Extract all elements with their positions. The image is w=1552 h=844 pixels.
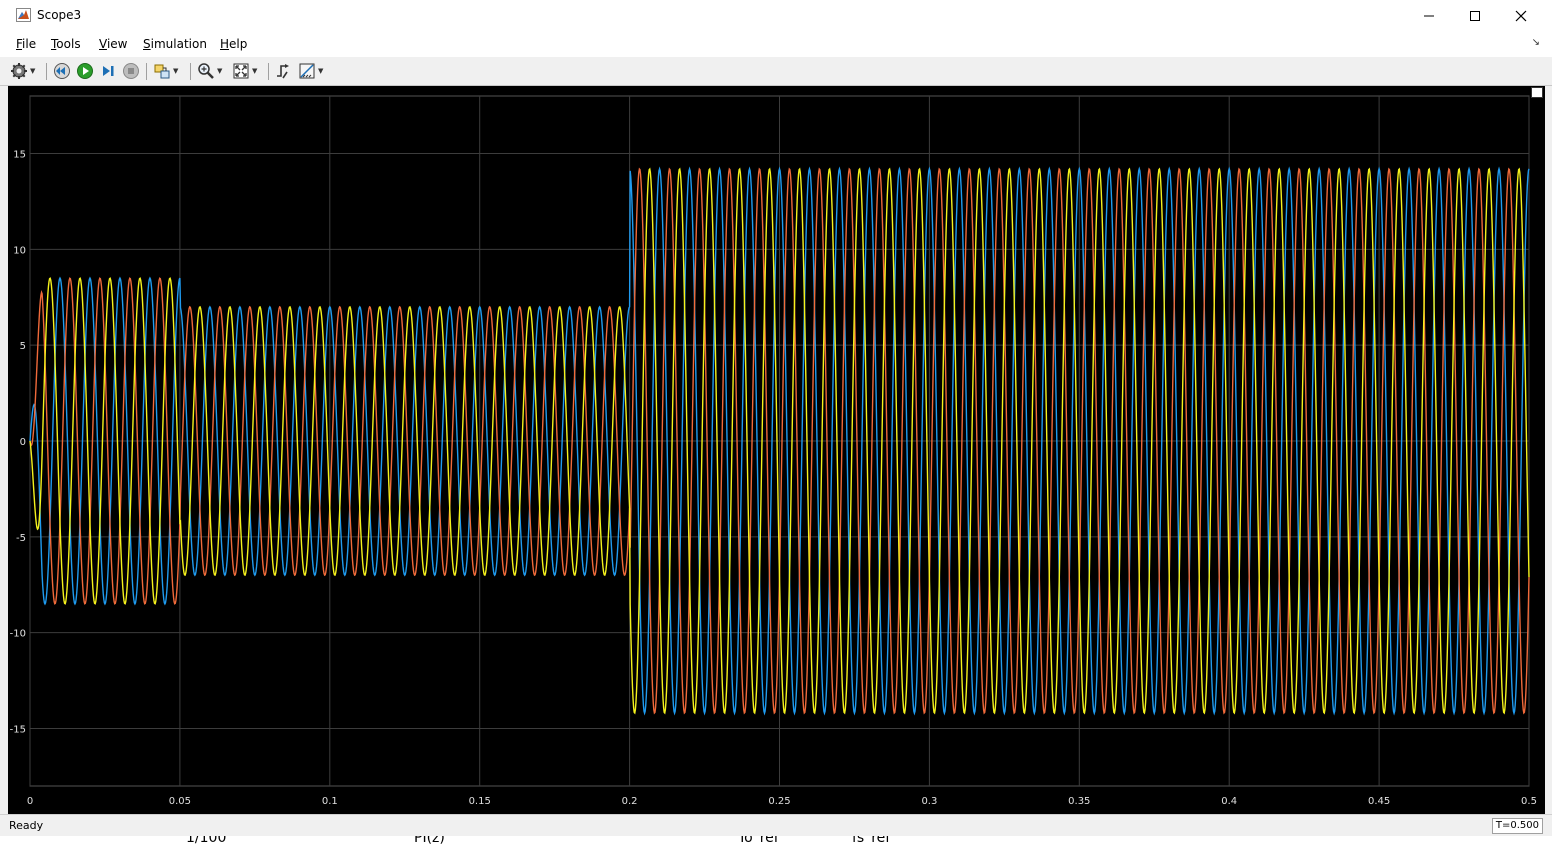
zoom-icon — [198, 63, 214, 79]
block-label: To_ref — [738, 836, 779, 844]
minimize-icon — [1424, 15, 1434, 16]
x-tick-label: 0.05 — [169, 796, 191, 807]
y-tick-label: 5 — [20, 341, 26, 352]
scope-axes[interactable]: 0 0.05 0.1 0.15 0.2 0.25 0.3 0.35 0.4 0.45 0.5 -15… — [8, 86, 1545, 814]
x-tick-label: 0.1 — [322, 796, 338, 807]
menu-bar: File Tools View Simulation Help ↘ — [0, 31, 1552, 58]
x-tick-label: 0.3 — [921, 796, 937, 807]
scope-plot-panel[interactable]: 0 0.05 0.1 0.15 0.2 0.25 0.3 0.35 0.4 0.45 0.5 -15… — [8, 86, 1545, 814]
toolbar-separator — [268, 63, 269, 80]
toolbar-separator — [146, 63, 147, 80]
autoscale-icon — [233, 63, 249, 79]
triggers-button[interactable] — [275, 61, 293, 81]
step-back-icon — [54, 63, 70, 79]
menu-file[interactable]: File — [16, 37, 36, 51]
x-tick-label: 0.4 — [1221, 796, 1237, 807]
menu-tools[interactable]: Tools — [51, 37, 81, 51]
settings-button[interactable]: ▼ — [10, 61, 35, 81]
highlight-block-button[interactable]: ▼ — [153, 61, 178, 81]
minimize-button[interactable] — [1406, 0, 1452, 31]
matlab-icon — [16, 8, 31, 22]
status-text: Ready — [9, 819, 44, 832]
close-button[interactable] — [1498, 0, 1544, 31]
simulation-time: T=0.500 — [1491, 818, 1543, 834]
window-title: Scope3 — [37, 8, 82, 22]
x-tick-label: 0.45 — [1368, 796, 1390, 807]
step-back-button[interactable] — [53, 61, 71, 81]
undock-icon[interactable] — [1531, 87, 1543, 98]
menu-simulation[interactable]: Simulation — [143, 37, 207, 51]
stop-icon — [123, 63, 139, 79]
y-tick-label: 0 — [20, 437, 26, 448]
toolbar: ▼ ▼ ▼ ▼ ▼ — [0, 57, 1552, 86]
block-label: fs_ref — [852, 836, 891, 844]
y-tick-label: -10 — [10, 629, 26, 640]
settings-icon — [11, 63, 27, 79]
x-tick-label: 0.15 — [469, 796, 491, 807]
x-tick-label: 0.35 — [1068, 796, 1090, 807]
y-tick-label: -5 — [16, 533, 26, 544]
simulink-canvas-background: 1/100 PI(z) To_ref fs_ref — [0, 836, 1552, 844]
close-icon — [1515, 10, 1527, 21]
x-tick-label: 0 — [27, 796, 33, 807]
x-axis-ticks: 0 0.05 0.1 0.15 0.2 0.25 0.3 0.35 0.4 0.45 0.5 — [27, 796, 1537, 807]
maximize-icon — [1470, 10, 1480, 21]
stop-button[interactable] — [122, 61, 140, 81]
collapse-toolbar-icon[interactable]: ↘ — [1532, 37, 1540, 48]
menu-help[interactable]: Help — [220, 37, 247, 51]
menu-view[interactable]: View — [99, 37, 127, 51]
measurements-button[interactable]: ▼ — [298, 61, 323, 81]
x-tick-label: 0.2 — [622, 796, 638, 807]
zoom-button[interactable]: ▼ — [197, 61, 222, 81]
maximize-button[interactable] — [1452, 0, 1498, 31]
run-button[interactable] — [76, 61, 94, 81]
y-tick-label: 15 — [13, 150, 26, 161]
y-tick-label: 10 — [13, 245, 26, 256]
highlight-block-icon — [154, 64, 170, 79]
step-forward-icon — [103, 66, 114, 76]
autoscale-button[interactable]: ▼ — [232, 61, 257, 81]
block-label: 1/100 — [186, 836, 227, 844]
y-axis-ticks: -15 -10 -5 0 5 10 15 — [10, 150, 26, 736]
grid-lines — [29, 95, 1530, 787]
status-bar: Ready T=0.500 — [0, 814, 1552, 837]
block-label: PI(z) — [414, 836, 445, 844]
x-tick-label: 0.5 — [1521, 796, 1537, 807]
run-icon — [77, 63, 93, 79]
toolbar-separator — [190, 63, 191, 80]
title-bar: Scope3 — [0, 0, 1552, 31]
toolbar-separator — [46, 63, 47, 80]
x-tick-label: 0.25 — [768, 796, 790, 807]
y-tick-label: -15 — [10, 725, 26, 736]
measurements-icon — [299, 63, 315, 79]
step-forward-button[interactable] — [99, 61, 117, 81]
triggers-icon — [277, 64, 289, 79]
